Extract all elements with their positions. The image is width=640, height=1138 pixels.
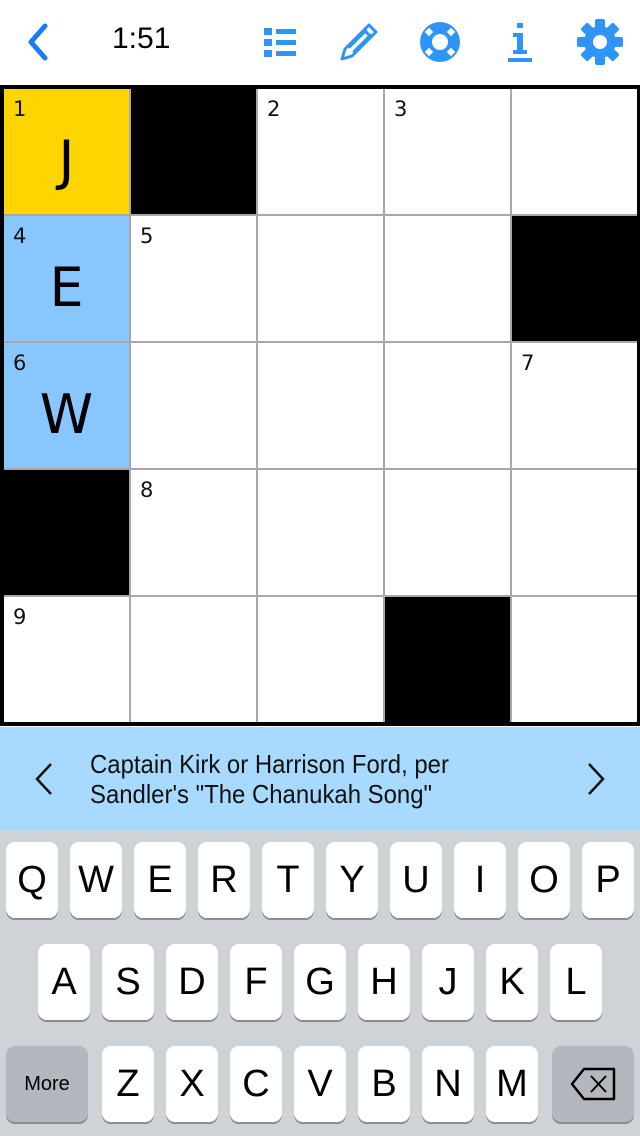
clue-bar: Captain Kirk or Harrison Ford, per Sandl… [0, 727, 640, 830]
key-s[interactable]: S [102, 944, 154, 1020]
key-y[interactable]: Y [326, 842, 378, 918]
key-i[interactable]: I [454, 842, 506, 918]
pencil-button[interactable] [336, 14, 382, 70]
grid-cell[interactable]: 8 [131, 470, 256, 595]
cell-letter: W [39, 383, 94, 446]
key-m[interactable]: M [486, 1046, 538, 1122]
crossword-grid: 1J234E56W789 [0, 85, 640, 726]
grid-cell[interactable]: 6W [4, 343, 129, 468]
clue-list-icon [264, 28, 296, 57]
timer: 1:51 [112, 22, 171, 55]
black-cell [4, 470, 129, 595]
back-button[interactable] [18, 14, 58, 70]
clue-number: 7 [521, 351, 535, 375]
back-chevron-icon [28, 23, 48, 61]
key-x[interactable]: X [166, 1046, 218, 1122]
grid-cell[interactable] [131, 343, 256, 468]
grid-cell[interactable] [258, 597, 383, 722]
help-lifebuoy-icon [420, 22, 460, 62]
key-b[interactable]: B [358, 1046, 410, 1122]
info-icon [508, 23, 532, 62]
next-clue-button[interactable] [576, 757, 616, 801]
keyboard: QWERTYUIOP ASDFGHJKL More ZXCVBNM [0, 830, 640, 1136]
key-t[interactable]: T [262, 842, 314, 918]
clue-number: 1 [13, 97, 27, 121]
cell-letter: E [49, 256, 84, 319]
keyboard-row-2: ASDFGHJKL [0, 944, 640, 1036]
clue-number: 3 [394, 97, 408, 121]
key-g[interactable]: G [294, 944, 346, 1020]
grid-cell[interactable] [131, 597, 256, 722]
grid-cell[interactable]: 4E [4, 216, 129, 341]
key-v[interactable]: V [294, 1046, 346, 1122]
grid-cell[interactable]: 9 [4, 597, 129, 722]
backspace-icon [570, 1067, 616, 1101]
grid-cell[interactable]: 1J [4, 89, 129, 214]
clue-number: 9 [13, 605, 27, 629]
grid-cell[interactable] [512, 89, 637, 214]
grid-cell[interactable]: 2 [258, 89, 383, 214]
grid-cell[interactable] [385, 216, 510, 341]
clue-text[interactable]: Captain Kirk or Harrison Ford, per Sandl… [90, 749, 513, 809]
top-toolbar: 1:51 [0, 0, 640, 85]
cell-letter: J [58, 129, 75, 192]
black-cell [512, 216, 637, 341]
key-u[interactable]: U [390, 842, 442, 918]
grid-cell[interactable] [385, 343, 510, 468]
chevron-left-icon [35, 763, 52, 795]
clue-number: 5 [140, 224, 154, 248]
grid-cell[interactable] [512, 470, 637, 595]
clue-list-button[interactable] [258, 14, 302, 70]
chevron-right-icon [588, 763, 605, 795]
key-n[interactable]: N [422, 1046, 474, 1122]
grid-cell[interactable]: 5 [131, 216, 256, 341]
grid-cell[interactable] [385, 470, 510, 595]
keyboard-row-1: QWERTYUIOP [0, 842, 640, 934]
keyboard-row-3: More ZXCVBNM [0, 1046, 640, 1138]
key-w[interactable]: W [70, 842, 122, 918]
key-l[interactable]: L [550, 944, 602, 1020]
delete-key[interactable] [552, 1046, 634, 1122]
clue-number: 6 [13, 351, 27, 375]
key-h[interactable]: H [358, 944, 410, 1020]
grid-cell[interactable] [258, 216, 383, 341]
black-cell [385, 597, 510, 722]
grid-cell[interactable] [512, 597, 637, 722]
key-z[interactable]: Z [102, 1046, 154, 1122]
clue-number: 8 [140, 478, 154, 502]
key-d[interactable]: D [166, 944, 218, 1020]
black-cell [131, 89, 256, 214]
pencil-icon [340, 23, 378, 61]
key-f[interactable]: F [230, 944, 282, 1020]
key-a[interactable]: A [38, 944, 90, 1020]
key-o[interactable]: O [518, 842, 570, 918]
grid-cell[interactable] [258, 343, 383, 468]
clue-number: 4 [13, 224, 27, 248]
info-button[interactable] [502, 14, 538, 70]
more-key[interactable]: More [6, 1046, 88, 1122]
previous-clue-button[interactable] [24, 757, 64, 801]
help-button[interactable] [416, 14, 464, 70]
key-q[interactable]: Q [6, 842, 58, 918]
key-p[interactable]: P [582, 842, 634, 918]
settings-gear-icon [577, 19, 623, 65]
grid-cells: 1J234E56W789 [4, 89, 637, 722]
grid-cell[interactable]: 7 [512, 343, 637, 468]
settings-button[interactable] [574, 14, 626, 70]
key-c[interactable]: C [230, 1046, 282, 1122]
key-k[interactable]: K [486, 944, 538, 1020]
grid-cell[interactable]: 3 [385, 89, 510, 214]
key-r[interactable]: R [198, 842, 250, 918]
grid-cell[interactable] [258, 470, 383, 595]
key-j[interactable]: J [422, 944, 474, 1020]
clue-number: 2 [267, 97, 281, 121]
key-e[interactable]: E [134, 842, 186, 918]
